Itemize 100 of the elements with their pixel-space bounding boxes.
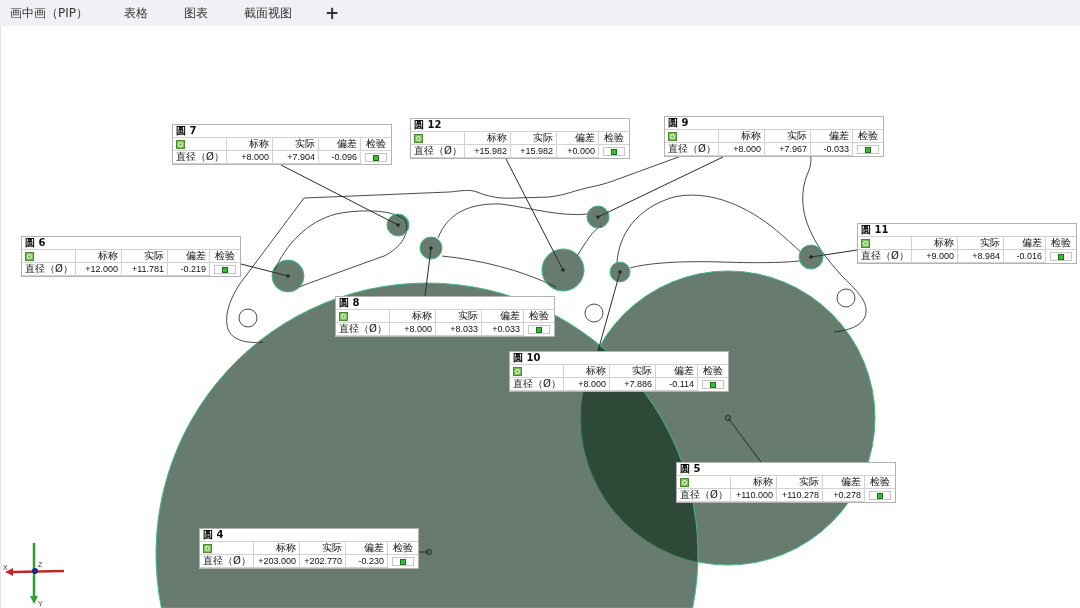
nominal-value: +203.000 [254,555,300,568]
center-point-icon [561,268,565,272]
row-label: 直径（Ø） [411,145,465,158]
actual-value: +110.278 [777,489,823,502]
measured-circle [386,213,410,237]
center-point-icon [809,255,813,259]
nominal-value: +8.000 [564,378,610,391]
row-label: 直径（Ø） [200,555,254,568]
column-header: 实际 [300,542,346,555]
row-label: 直径（Ø） [336,323,390,336]
deviation-value: -0.033 [811,143,853,156]
center-point-icon [618,270,622,274]
leader-line [418,551,430,553]
mounting-hole [584,303,604,323]
center-point-icon [725,415,731,421]
add-tab-button[interactable]: + [319,3,346,23]
deviation-value: -0.230 [346,555,388,568]
column-header: 标称 [912,237,958,250]
deviation-value: +0.033 [482,323,524,336]
nominal-value: +8.000 [719,143,765,156]
column-header: 实际 [777,476,823,489]
column-header: 检验 [524,310,554,323]
leader-line [727,417,762,463]
x-axis-arrow [5,568,65,576]
column-header: 检验 [388,542,418,555]
column-header: 实际 [511,132,557,145]
column-header: 标称 [254,542,300,555]
column-header: 标称 [227,138,273,151]
nominal-value: +8.000 [390,323,436,336]
center-point-icon [426,549,432,555]
column-header: 偏差 [656,365,698,378]
column-header: 实际 [436,310,482,323]
row-label: 直径（Ø） [22,263,76,276]
actual-value: +8.984 [958,250,1004,263]
measured-circle [419,236,443,260]
tab[interactable]: 截面视图 [235,1,301,25]
column-header: 检验 [1046,237,1076,250]
center-point-icon [286,274,290,278]
column-header: 实际 [958,237,1004,250]
row-label: 直径（Ø） [510,378,564,391]
column-header: 检验 [599,132,629,145]
row-label: 直径（Ø） [858,250,912,263]
column-header: 检验 [865,476,895,489]
deviation-value: -0.016 [1004,250,1046,263]
column-header: 偏差 [811,130,853,143]
actual-value: +11.781 [122,263,168,276]
row-label: 直径（Ø） [173,151,227,164]
mounting-hole [238,308,258,328]
tab[interactable]: 表格 [115,1,157,25]
center-point-icon [429,246,433,250]
leader-line [810,249,858,258]
actual-value: +15.982 [511,145,557,158]
column-header: 实际 [610,365,656,378]
column-header: 检验 [361,138,391,151]
measured-circle [586,205,610,229]
tab[interactable]: 画中画（PIP） [1,1,97,25]
feature-title: 圆 4 [203,529,224,541]
column-header: 实际 [765,130,811,143]
circle-in-square-icon [339,311,348,321]
column-header: 实际 [122,250,168,263]
actual-value: +7.886 [610,378,656,391]
center-point-icon [396,223,400,227]
circle-in-square-icon [176,139,185,149]
deviation-value: +0.000 [557,145,599,158]
column-header: 标称 [390,310,436,323]
deviation-value: -0.096 [319,151,361,164]
column-header: 标称 [719,130,765,143]
column-header: 偏差 [557,132,599,145]
leader-line [424,247,432,297]
row-label: 直径（Ø） [677,489,731,502]
column-header: 偏差 [168,250,210,263]
feature-title: 圆 5 [680,463,701,475]
deviation-value: +0.278 [823,489,865,502]
deviation-value: -0.219 [168,263,210,276]
column-header: 偏差 [319,138,361,151]
column-header: 偏差 [1004,237,1046,250]
feature-title: 圆 10 [513,352,541,364]
circle-in-square-icon [25,251,34,261]
column-header: 标称 [731,476,777,489]
nominal-value: +15.982 [465,145,511,158]
leader-line [240,263,289,277]
column-header: 偏差 [346,542,388,555]
column-header: 实际 [273,138,319,151]
feature-title: 圆 9 [668,117,689,129]
column-header: 标称 [564,365,610,378]
circle-in-square-icon [680,477,689,487]
row-label: 直径（Ø） [665,143,719,156]
feature-title: 圆 12 [414,119,442,131]
feature-title: 圆 8 [339,297,360,309]
mounting-hole [836,288,856,308]
column-header: 检验 [698,365,728,378]
deviation-value: -0.114 [656,378,698,391]
z-axis-dot-icon [32,568,38,574]
tab[interactable]: 图表 [175,1,217,25]
column-header: 偏差 [482,310,524,323]
actual-value: +7.904 [273,151,319,164]
circle-in-square-icon [668,131,677,141]
nominal-value: +8.000 [227,151,273,164]
column-header: 标称 [76,250,122,263]
nominal-value: +12.000 [76,263,122,276]
